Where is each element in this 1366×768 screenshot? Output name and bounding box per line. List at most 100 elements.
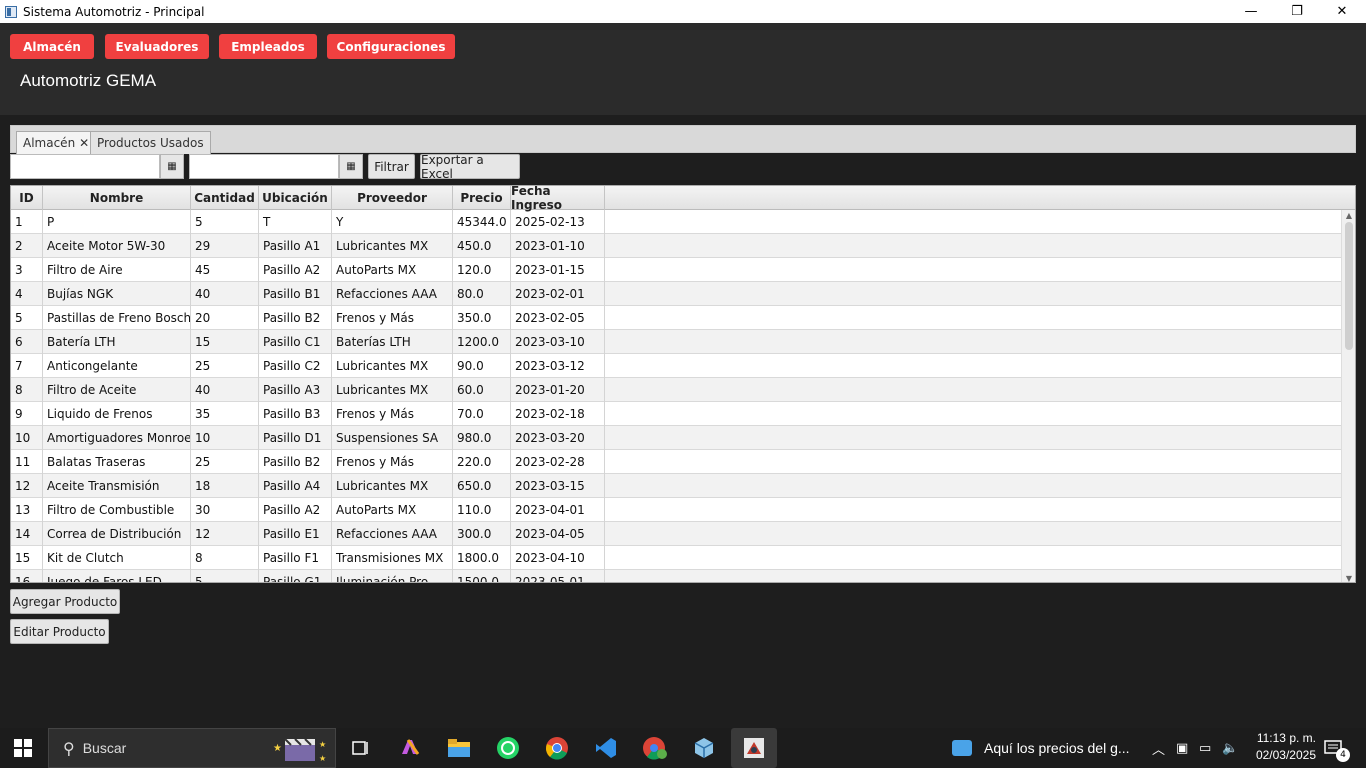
vscode-icon[interactable] bbox=[590, 732, 622, 764]
cell-ubicacion[interactable]: Pasillo B2 bbox=[259, 450, 332, 474]
menu-almacen-button[interactable]: Almacén bbox=[10, 34, 94, 59]
cell-id[interactable]: 7 bbox=[11, 354, 43, 378]
cell-ubicacion[interactable]: Pasillo A2 bbox=[259, 258, 332, 282]
cell-nombre[interactable]: Correa de Distribución bbox=[43, 522, 191, 546]
cell-fecha[interactable]: 2025-02-13 bbox=[511, 210, 605, 234]
table-row[interactable]: 10 Amortiguadores Monroe 10 Pasillo D1 Suspe… bbox=[11, 426, 1342, 450]
cell-id[interactable]: 9 bbox=[11, 402, 43, 426]
cell-id[interactable]: 10 bbox=[11, 426, 43, 450]
minimize-button[interactable]: — bbox=[1228, 0, 1274, 23]
cell-precio[interactable]: 450.0 bbox=[453, 234, 511, 258]
cell-ubicacion[interactable]: Pasillo B2 bbox=[259, 306, 332, 330]
table-row[interactable]: 3 Filtro de Aire 45 Pasillo A2 AutoParts MX 1… bbox=[11, 258, 1342, 282]
table-row[interactable]: 12 Aceite Transmisión 18 Pasillo A4 Lubrican… bbox=[11, 474, 1342, 498]
table-row[interactable]: 9 Liquido de Frenos 35 Pasillo B3 Frenos y M… bbox=[11, 402, 1342, 426]
cell-fecha[interactable]: 2023-01-15 bbox=[511, 258, 605, 282]
cell-proveedor[interactable]: Lubricantes MX bbox=[332, 474, 453, 498]
cell-precio[interactable]: 110.0 bbox=[453, 498, 511, 522]
close-button[interactable]: ✕ bbox=[1319, 0, 1365, 23]
table-row[interactable]: 15 Kit de Clutch 8 Pasillo F1 Transmisiones … bbox=[11, 546, 1342, 570]
cell-precio[interactable]: 300.0 bbox=[453, 522, 511, 546]
cell-cantidad[interactable]: 30 bbox=[191, 498, 259, 522]
cell-precio[interactable]: 45344.0 bbox=[453, 210, 511, 234]
cell-id[interactable]: 11 bbox=[11, 450, 43, 474]
cell-proveedor[interactable]: Refacciones AAA bbox=[332, 282, 453, 306]
cell-proveedor[interactable]: AutoParts MX bbox=[332, 258, 453, 282]
cell-nombre[interactable]: Amortiguadores Monroe bbox=[43, 426, 191, 450]
table-row[interactable]: 7 Anticongelante 25 Pasillo C2 Lubricantes M… bbox=[11, 354, 1342, 378]
cell-fecha[interactable]: 2023-05-01 bbox=[511, 570, 605, 582]
tray-chevron-icon[interactable]: ︿ bbox=[1152, 728, 1165, 768]
table-row[interactable]: 8 Filtro de Aceite 40 Pasillo A3 Lubricantes… bbox=[11, 378, 1342, 402]
cell-nombre[interactable]: Balatas Traseras bbox=[43, 450, 191, 474]
cell-cantidad[interactable]: 10 bbox=[191, 426, 259, 450]
cell-id[interactable]: 12 bbox=[11, 474, 43, 498]
menu-configuraciones-button[interactable]: Configuraciones bbox=[327, 34, 455, 59]
whatsapp-icon[interactable] bbox=[492, 732, 524, 764]
scroll-down-icon[interactable]: ▼ bbox=[1342, 573, 1355, 583]
calendar-from-icon[interactable]: ▦ bbox=[160, 154, 184, 179]
cell-fecha[interactable]: 2023-03-10 bbox=[511, 330, 605, 354]
cell-fecha[interactable]: 2023-04-05 bbox=[511, 522, 605, 546]
cell-nombre[interactable]: P bbox=[43, 210, 191, 234]
cell-cantidad[interactable]: 8 bbox=[191, 546, 259, 570]
cell-cantidad[interactable]: 20 bbox=[191, 306, 259, 330]
cell-nombre[interactable]: Kit de Clutch bbox=[43, 546, 191, 570]
cell-precio[interactable]: 350.0 bbox=[453, 306, 511, 330]
cell-cantidad[interactable]: 29 bbox=[191, 234, 259, 258]
cell-fecha[interactable]: 2023-02-01 bbox=[511, 282, 605, 306]
cell-id[interactable]: 4 bbox=[11, 282, 43, 306]
cell-nombre[interactable]: Liquido de Frenos bbox=[43, 402, 191, 426]
menu-empleados-button[interactable]: Empleados bbox=[219, 34, 317, 59]
cell-proveedor[interactable]: Lubricantes MX bbox=[332, 354, 453, 378]
cell-nombre[interactable]: Batería LTH bbox=[43, 330, 191, 354]
cell-nombre[interactable]: Filtro de Aire bbox=[43, 258, 191, 282]
cell-fecha[interactable]: 2023-03-20 bbox=[511, 426, 605, 450]
cell-fecha[interactable]: 2023-04-10 bbox=[511, 546, 605, 570]
cell-ubicacion[interactable]: Pasillo A3 bbox=[259, 378, 332, 402]
cell-proveedor[interactable]: Baterías LTH bbox=[332, 330, 453, 354]
filter-button[interactable]: Filtrar bbox=[368, 154, 415, 179]
netbeans-icon[interactable] bbox=[688, 732, 720, 764]
cell-precio[interactable]: 980.0 bbox=[453, 426, 511, 450]
table-row[interactable]: 2 Aceite Motor 5W-30 29 Pasillo A1 Lubricant… bbox=[11, 234, 1342, 258]
cell-ubicacion[interactable]: T bbox=[259, 210, 332, 234]
cell-proveedor[interactable]: Lubricantes MX bbox=[332, 234, 453, 258]
cell-id[interactable]: 6 bbox=[11, 330, 43, 354]
cell-fecha[interactable]: 2023-02-28 bbox=[511, 450, 605, 474]
cell-ubicacion[interactable]: Pasillo B3 bbox=[259, 402, 332, 426]
cell-proveedor[interactable]: AutoParts MX bbox=[332, 498, 453, 522]
cell-nombre[interactable]: Aceite Transmisión bbox=[43, 474, 191, 498]
scroll-up-icon[interactable]: ▲ bbox=[1342, 210, 1355, 220]
cell-ubicacion[interactable]: Pasillo A4 bbox=[259, 474, 332, 498]
cell-precio[interactable]: 1800.0 bbox=[453, 546, 511, 570]
windows-start-icon[interactable] bbox=[14, 739, 32, 757]
cell-cantidad[interactable]: 25 bbox=[191, 354, 259, 378]
cell-fecha[interactable]: 2023-04-01 bbox=[511, 498, 605, 522]
cell-proveedor[interactable]: Frenos y Más bbox=[332, 306, 453, 330]
cell-cantidad[interactable]: 35 bbox=[191, 402, 259, 426]
cell-fecha[interactable]: 2023-01-10 bbox=[511, 234, 605, 258]
cell-ubicacion[interactable]: Pasillo C2 bbox=[259, 354, 332, 378]
scroll-thumb[interactable] bbox=[1345, 222, 1353, 350]
cell-precio[interactable]: 70.0 bbox=[453, 402, 511, 426]
cell-fecha[interactable]: 2023-03-15 bbox=[511, 474, 605, 498]
cell-nombre[interactable]: Bujías NGK bbox=[43, 282, 191, 306]
col-fecha-ingreso[interactable]: Fecha Ingreso bbox=[511, 186, 605, 212]
edit-product-button[interactable]: Editar Producto bbox=[10, 619, 109, 644]
table-row[interactable]: 4 Bujías NGK 40 Pasillo B1 Refacciones AAA 80… bbox=[11, 282, 1342, 306]
news-widget[interactable]: Aquí los precios del g... bbox=[952, 728, 1130, 768]
system-clock[interactable]: 11:13 p. m. 02/03/2025 bbox=[1240, 730, 1316, 766]
cell-nombre[interactable]: Pastillas de Freno Bosch bbox=[43, 306, 191, 330]
date-from-input[interactable] bbox=[10, 154, 160, 179]
col-precio[interactable]: Precio bbox=[453, 186, 511, 210]
maximize-button[interactable]: ❐ bbox=[1274, 0, 1320, 23]
cell-fecha[interactable]: 2023-02-05 bbox=[511, 306, 605, 330]
cell-cantidad[interactable]: 18 bbox=[191, 474, 259, 498]
file-explorer-icon[interactable] bbox=[443, 732, 475, 764]
cell-id[interactable]: 13 bbox=[11, 498, 43, 522]
table-row[interactable]: 11 Balatas Traseras 25 Pasillo B2 Frenos y M… bbox=[11, 450, 1342, 474]
cell-id[interactable]: 5 bbox=[11, 306, 43, 330]
cell-ubicacion[interactable]: Pasillo A1 bbox=[259, 234, 332, 258]
cell-precio[interactable]: 60.0 bbox=[453, 378, 511, 402]
